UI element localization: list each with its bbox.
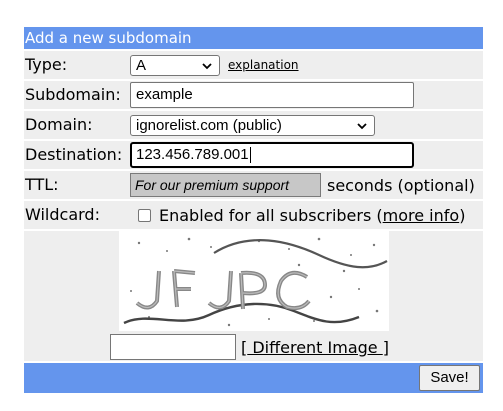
ttl-label: TTL: (25, 175, 59, 194)
captcha-input[interactable] (110, 334, 236, 360)
wildcard-description: Enabled for all subscribers ( (159, 205, 383, 225)
wildcard-text: Enabled for all subscribers (more info) (159, 206, 465, 225)
wildcard-checkbox[interactable] (138, 208, 151, 222)
wildcard-label: Wildcard: (25, 205, 100, 224)
type-select-value: A (136, 56, 147, 74)
destination-input[interactable]: 123.456.789.001 (130, 142, 414, 168)
ttl-suffix: seconds (optional) (327, 175, 475, 195)
form-footer: Save! (24, 363, 483, 393)
destination-label: Destination: (25, 145, 123, 164)
type-label: Type: (25, 55, 68, 74)
save-button[interactable]: Save! (419, 365, 480, 391)
destination-value-cell: 123.456.789.001 (127, 141, 483, 169)
explanation-link[interactable]: explanation (228, 58, 299, 72)
type-row: Type: A explanation (24, 51, 483, 79)
domain-select-value: ignorelist.com (public) (136, 116, 282, 134)
subdomain-row: Subdomain: example (24, 81, 483, 109)
domain-value-cell: ignorelist.com (public) (127, 111, 483, 139)
text-caret (249, 147, 251, 164)
destination-row: Destination: 123.456.789.001 (24, 141, 483, 169)
domain-label: Domain: (25, 115, 93, 134)
ttl-row: TTL: For our premium support seconds (op… (24, 171, 483, 199)
chevron-down-icon (202, 62, 212, 69)
more-info-link[interactable]: more info (383, 206, 460, 225)
chevron-down-icon (357, 122, 367, 129)
bracket-close: ] (382, 338, 389, 357)
form-header: Add a new subdomain (24, 27, 483, 49)
wildcard-row: Wildcard: Enabled for all subscribers (m… (24, 201, 483, 229)
ttl-value-cell: For our premium support seconds (optiona… (127, 171, 483, 199)
captcha-area: [ Different Image ] (24, 231, 483, 361)
ttl-input[interactable]: For our premium support (130, 173, 321, 197)
domain-row: Domain: ignorelist.com (public) (24, 111, 483, 139)
different-image-link[interactable]: Different Image (247, 338, 382, 357)
subdomain-label: Subdomain: (25, 85, 121, 104)
add-subdomain-form: Add a new subdomain Type: A explanation … (24, 27, 483, 393)
wildcard-close-paren: ) (459, 205, 466, 225)
wildcard-value-cell: Enabled for all subscribers (more info) (127, 201, 483, 229)
different-image-control: [ Different Image ] (241, 338, 389, 357)
domain-select[interactable]: ignorelist.com (public) (130, 114, 375, 136)
destination-input-value: 123.456.789.001 (136, 146, 249, 163)
subdomain-value-cell: example (127, 81, 483, 109)
subdomain-input[interactable]: example (130, 82, 414, 108)
type-value-cell: A explanation (127, 51, 483, 79)
type-select[interactable]: A (130, 54, 220, 76)
captcha-image (119, 231, 389, 331)
